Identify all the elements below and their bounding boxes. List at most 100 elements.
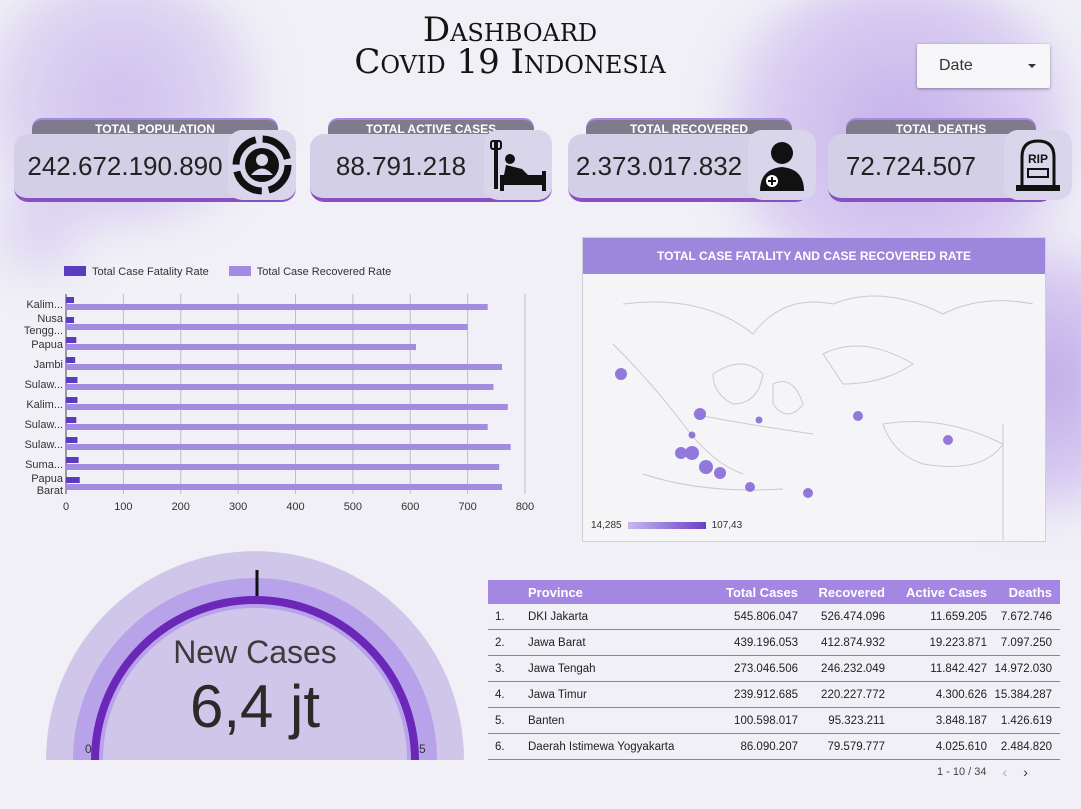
total-cases-cell: 100.598.017 — [734, 714, 798, 727]
recovered-rate-bar — [66, 344, 416, 350]
date-filter-dropdown[interactable]: Date — [917, 44, 1050, 88]
legend-swatch — [64, 266, 86, 276]
fatality-rate-bar — [66, 337, 77, 343]
y-category-label: Papua — [31, 473, 64, 485]
x-tick-label: 800 — [516, 501, 534, 513]
recovered-rate-bar — [66, 384, 494, 390]
fatality-rate-bar — [66, 437, 78, 443]
y-category-label: Papua — [31, 339, 64, 351]
x-tick-label: 600 — [401, 501, 419, 513]
hospital-bed-icon — [484, 130, 552, 200]
province-cell: Jawa Barat — [528, 636, 586, 649]
y-category-label: Sulaw... — [24, 439, 63, 451]
column-header-active-cases[interactable]: Active Cases — [885, 585, 987, 600]
active-cases-cell: 4.025.610 — [935, 740, 987, 753]
legend-swatch — [228, 266, 251, 276]
fatality-rate-bar — [66, 297, 75, 303]
row-number: 1. — [495, 610, 505, 623]
table-row[interactable]: 3. Jawa Tengah 273.046.506 246.232.049 11.84… — [488, 656, 1060, 682]
legend-item-fatality: Total Case Fatality Rate — [64, 266, 209, 278]
previous-page-icon[interactable]: ‹ — [1003, 764, 1008, 780]
recovered-cell: 220.227.772 — [821, 688, 885, 701]
active-cases-cell: 19.223.871 — [929, 636, 987, 649]
column-header-deaths[interactable]: Deaths — [987, 585, 1060, 600]
total-cases-cell: 86.090.207 — [740, 740, 798, 753]
recovered-cell: 79.579.777 — [827, 740, 885, 753]
province-cell: Jawa Timur — [528, 688, 587, 701]
active-cases-cell: 11.659.205 — [930, 610, 987, 623]
recovered-rate-bar — [66, 484, 503, 490]
chart-legend: Total Case Fatality Rate Total Case Reco… — [64, 266, 391, 278]
title-line-2: Covid 19 Indonesia — [354, 42, 666, 82]
pagination-label: 1 - 10 / 34 — [937, 766, 987, 778]
rate-map[interactable]: TOTAL CASE FATALITY AND CASE RECOVERED R… — [582, 237, 1046, 542]
table-row[interactable]: 4. Jawa Timur 239.912.685 220.227.772 4.300.… — [488, 682, 1060, 708]
province-cell: Daerah Istimewa Yogyakarta — [528, 740, 675, 753]
scale-max-label: 107,43 — [711, 520, 743, 531]
recovered-rate-bar — [66, 324, 468, 330]
caret-down-icon — [1028, 64, 1036, 68]
table-row[interactable]: 1. DKI Jakarta 545.806.047 526.474.096 11.65… — [488, 604, 1060, 630]
active-cases-cell: 4.300.626 — [935, 688, 987, 701]
row-number: 5. — [495, 714, 505, 727]
y-category-label: Kalim... — [26, 299, 63, 311]
column-header-province[interactable]: Province — [528, 585, 693, 600]
recovered-cell: 412.874.932 — [821, 636, 885, 649]
fatality-rate-bar — [66, 317, 75, 323]
kpi-total-recovered: TOTAL RECOVERED 2.373.017.832 — [568, 120, 816, 206]
gauge-value: 6,4 jt — [189, 673, 321, 740]
kpi-total-deaths: TOTAL DEATHS 72.724.507 RIP — [828, 120, 1072, 206]
row-number: 4. — [495, 688, 505, 701]
column-header-recovered[interactable]: Recovered — [798, 585, 885, 600]
rip-text: RIP — [1028, 152, 1048, 166]
x-tick-label: 700 — [458, 501, 476, 513]
x-tick-label: 0 — [63, 501, 69, 513]
total-cases-cell: 239.912.685 — [734, 688, 798, 701]
deaths-cell: 14.972.030 — [994, 662, 1052, 675]
table-body: 1. DKI Jakarta 545.806.047 526.474.096 11.65… — [488, 604, 1060, 760]
y-category-label: Kalim... — [26, 399, 63, 411]
recovered-rate-bar — [66, 444, 511, 450]
deaths-cell: 7.672.746 — [1000, 610, 1052, 623]
x-tick-label: 200 — [172, 501, 190, 513]
province-cell: Jawa Tengah — [528, 662, 596, 675]
y-category-label: Jambi — [34, 359, 63, 371]
population-icon — [228, 130, 296, 200]
row-number: 3. — [495, 662, 505, 675]
map-color-scale: 14,285 107,43 — [591, 520, 742, 531]
table-row[interactable]: 2. Jawa Barat 439.196.053 412.874.932 19.223… — [488, 630, 1060, 656]
total-cases-cell: 439.196.053 — [734, 636, 798, 649]
table-row[interactable]: 5. Banten 100.598.017 95.323.211 3.848.187 1.… — [488, 708, 1060, 734]
fatality-recovered-bar-chart: Total Case Fatality Rate Total Case Reco… — [18, 244, 548, 524]
recovered-cell: 95.323.211 — [828, 714, 885, 727]
y-category-label: Sulaw... — [24, 419, 63, 431]
map-title: TOTAL CASE FATALITY AND CASE RECOVERED R… — [583, 238, 1045, 274]
scale-min-label: 14,285 — [591, 520, 622, 531]
active-cases-cell: 3.848.187 — [935, 714, 987, 727]
total-cases-cell: 273.046.506 — [734, 662, 798, 675]
deaths-cell: 2.484.820 — [1000, 740, 1052, 753]
table-pagination: 1 - 10 / 34 ‹ › — [937, 764, 1028, 780]
table-header: Province Total Cases Recovered Active Ca… — [488, 580, 1060, 604]
x-tick-label: 400 — [286, 501, 304, 513]
fatality-rate-bar — [66, 397, 78, 403]
kpi-total-population: TOTAL POPULATION 242.672.190.890 — [14, 120, 296, 206]
fatality-rate-bar — [66, 477, 80, 483]
x-tick-label: 500 — [344, 501, 362, 513]
active-cases-cell: 11.842.427 — [930, 662, 987, 675]
next-page-icon[interactable]: › — [1023, 764, 1028, 780]
table-row[interactable]: 6. Daerah Istimewa Yogyakarta 86.090.207 79… — [488, 734, 1060, 760]
x-tick-label: 100 — [114, 501, 132, 513]
y-category-label: Sulaw... — [24, 379, 63, 391]
province-cell: Banten — [528, 714, 565, 727]
recovered-rate-bar — [66, 464, 500, 470]
row-number: 6. — [495, 740, 505, 753]
column-header-total-cases[interactable]: Total Cases — [693, 585, 798, 600]
fatality-rate-bar — [66, 377, 78, 383]
new-cases-gauge: New Cases 6,4 jt 0 5 — [40, 546, 470, 766]
gauge-title: New Cases — [173, 634, 337, 670]
y-category-label: Suma... — [25, 459, 63, 471]
gauge-min-label: 0 — [85, 742, 92, 756]
tombstone-icon: RIP — [1004, 130, 1072, 200]
province-table: Province Total Cases Recovered Active Ca… — [488, 580, 1060, 760]
